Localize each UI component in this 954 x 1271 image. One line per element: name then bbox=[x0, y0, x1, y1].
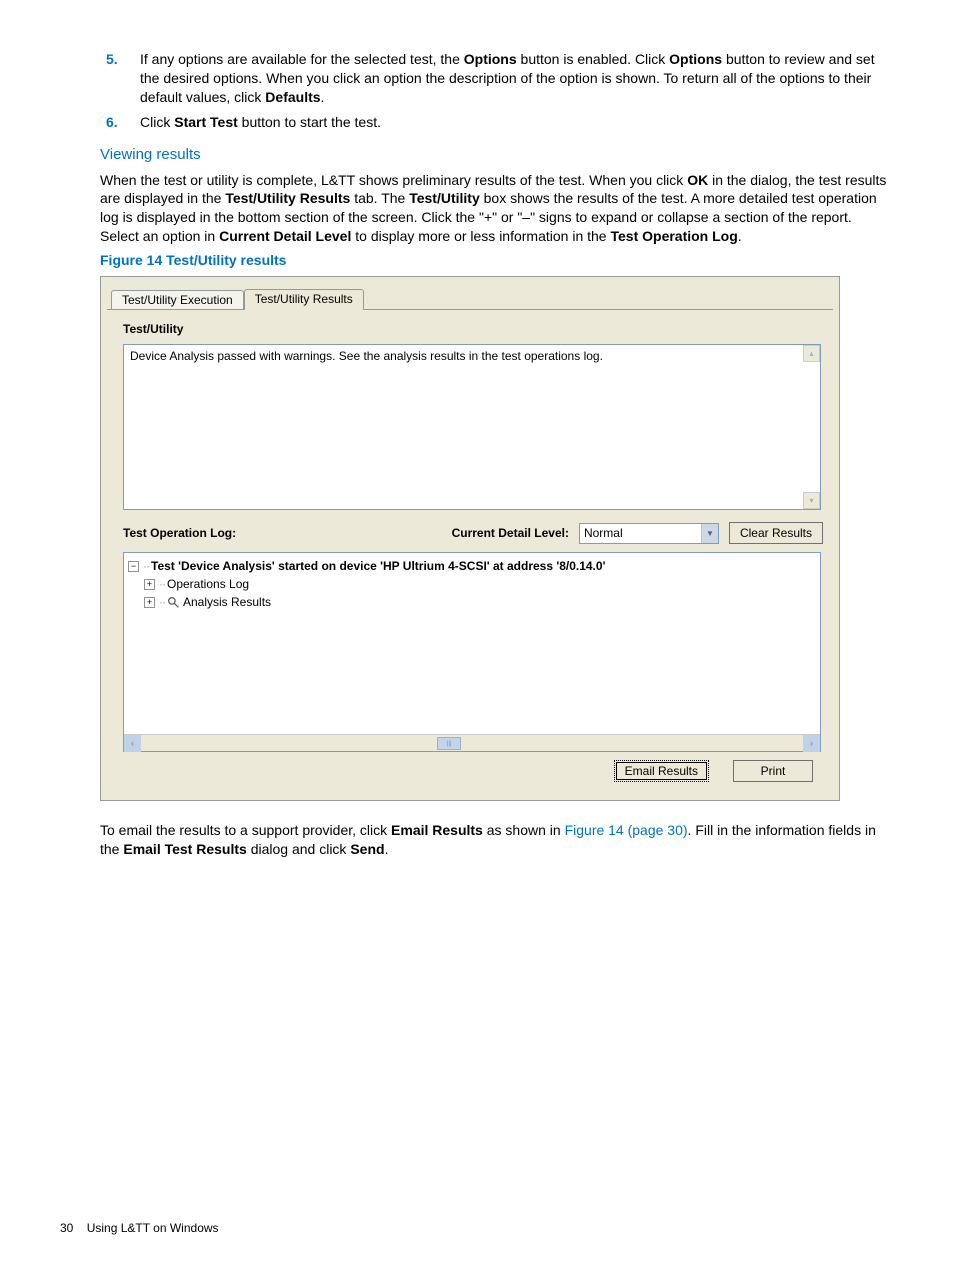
instruction-list: If any options are available for the sel… bbox=[100, 50, 894, 132]
paragraph-viewing-results: When the test or utility is complete, L&… bbox=[100, 171, 894, 247]
page: If any options are available for the sel… bbox=[0, 0, 954, 1271]
tab-body: Test/Utility Device Analysis passed with… bbox=[107, 309, 833, 794]
results-textbox[interactable]: Device Analysis passed with warnings. Se… bbox=[123, 344, 821, 510]
bottom-button-row: Email Results Print bbox=[121, 752, 823, 786]
tab-results[interactable]: Test/Utility Results bbox=[244, 289, 364, 310]
expander-minus-icon[interactable]: − bbox=[128, 561, 139, 572]
scroll-left-icon[interactable]: ‹ bbox=[124, 735, 141, 752]
clear-results-button[interactable]: Clear Results bbox=[729, 522, 823, 544]
page-footer: 30 Using L&TT on Windows bbox=[60, 1221, 219, 1235]
list-item-6: Click Start Test button to start the tes… bbox=[140, 113, 894, 132]
magnifier-icon bbox=[167, 596, 180, 609]
chevron-down-icon: ▼ bbox=[701, 524, 718, 543]
groupbox-label: Test/Utility bbox=[123, 322, 823, 336]
list-item-5: If any options are available for the sel… bbox=[140, 50, 894, 107]
footer-title: Using L&TT on Windows bbox=[87, 1221, 219, 1235]
scroll-thumb[interactable]: ||| bbox=[437, 737, 461, 750]
scroll-up-icon[interactable]: ▴ bbox=[803, 345, 820, 362]
expander-plus-icon[interactable]: + bbox=[144, 597, 155, 608]
figure-14-link[interactable]: Figure 14 (page 30) bbox=[565, 822, 688, 838]
tab-execution[interactable]: Test/Utility Execution bbox=[111, 290, 244, 311]
tabs-row: Test/Utility Execution Test/Utility Resu… bbox=[107, 283, 833, 309]
page-number: 30 bbox=[60, 1221, 73, 1235]
operation-log-tree[interactable]: − ·· Test 'Device Analysis' started on d… bbox=[123, 552, 821, 752]
detail-level-label: Current Detail Level: bbox=[452, 526, 569, 540]
heading-viewing-results: Viewing results bbox=[100, 146, 894, 163]
mid-controls-row: Test Operation Log: Current Detail Level… bbox=[123, 522, 823, 544]
log-label: Test Operation Log: bbox=[123, 526, 236, 540]
app-screenshot: Test/Utility Execution Test/Utility Resu… bbox=[100, 276, 840, 801]
tree-analysis-results[interactable]: Analysis Results bbox=[183, 595, 271, 609]
paragraph-email-results: To email the results to a support provid… bbox=[100, 821, 894, 859]
dropdown-value: Normal bbox=[584, 526, 623, 540]
figure-caption: Figure 14 Test/Utility results bbox=[100, 252, 894, 268]
tree-root[interactable]: Test 'Device Analysis' started on device… bbox=[151, 559, 605, 573]
email-results-button[interactable]: Email Results bbox=[614, 760, 709, 782]
analysis-text: Device Analysis passed with warnings. Se… bbox=[130, 349, 603, 363]
horizontal-scrollbar[interactable]: ‹ ||| › bbox=[124, 734, 820, 751]
tree-content: − ·· Test 'Device Analysis' started on d… bbox=[128, 557, 816, 611]
scroll-right-icon[interactable]: › bbox=[803, 735, 820, 752]
detail-level-dropdown[interactable]: Normal ▼ bbox=[579, 523, 719, 544]
scroll-down-icon[interactable]: ▾ bbox=[803, 492, 820, 509]
tree-ops[interactable]: Operations Log bbox=[167, 577, 249, 591]
expander-plus-icon[interactable]: + bbox=[144, 579, 155, 590]
print-button[interactable]: Print bbox=[733, 760, 813, 782]
